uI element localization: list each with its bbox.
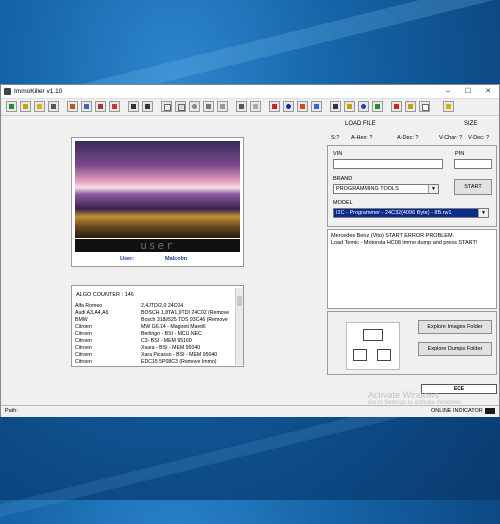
chip-diagram: [346, 322, 400, 370]
model-label: MODEL: [333, 200, 353, 206]
user-picture: [75, 141, 240, 238]
status-bar: Path: ONLINE INDICATOR: [1, 405, 499, 417]
open-icon[interactable]: [6, 101, 17, 112]
toolbar: [1, 99, 499, 116]
v-char-value: V-Char: ?: [439, 135, 463, 141]
search-icon[interactable]: [189, 101, 200, 112]
chip-icon: [363, 329, 383, 341]
start-button[interactable]: START: [454, 179, 492, 195]
hex-icon[interactable]: [269, 101, 280, 112]
a-hex-value: A-Hex: ?: [351, 135, 373, 141]
log-line: Mercedes Benz (Vito) START ERROR PROBLEM…: [331, 233, 455, 239]
flag-icon[interactable]: [405, 101, 416, 112]
list-item[interactable]: Citroen Xsara - BSI - MEM 95040: [75, 345, 235, 352]
vin-label: VIN: [333, 151, 343, 157]
explore-dumps-button[interactable]: Explore Dumps Folder: [418, 342, 492, 356]
user-name: Malcolm: [165, 256, 188, 262]
desktop: { "window": {"title": "ImmoKiller v1.10"…: [0, 0, 500, 524]
info-icon[interactable]: [311, 101, 322, 112]
window-icon[interactable]: [419, 101, 430, 112]
vehicle-settings-group: VIN PIN BRAND PROGRAMMING TOOLS ▼ START …: [327, 145, 497, 227]
brand-select-value: PROGRAMMING TOOLS: [336, 186, 399, 192]
help-icon[interactable]: [283, 101, 294, 112]
close-button[interactable]: ✕: [479, 86, 497, 97]
folder-icon[interactable]: [34, 101, 45, 112]
pin-input[interactable]: [454, 159, 492, 169]
algo-scrollbar[interactable]: [235, 288, 243, 365]
user-banner: user: [75, 239, 240, 252]
s-value: S:?: [331, 135, 340, 141]
chip-icon[interactable]: [330, 101, 341, 112]
key-icon[interactable]: [344, 101, 355, 112]
brand-label: BRAND: [333, 176, 353, 182]
app-window: ImmoKiller v1.10 – ☐ ✕ user User: Malcol…: [0, 84, 500, 417]
model-select-value: I2C - Programmer - 24C32(4096 Byte) - 8B…: [336, 210, 452, 216]
exit-icon[interactable]: [443, 101, 454, 112]
list-item[interactable]: Citroen Berlingo - BSI - MCU NEC: [75, 331, 235, 338]
page-icon[interactable]: [175, 101, 186, 112]
a-dec-value: A-Dec: ?: [397, 135, 419, 141]
title-bar: ImmoKiller v1.10 – ☐ ✕: [1, 85, 499, 99]
chip-icon: [353, 349, 367, 361]
activate-windows-watermark: Activate Windows Go to Settings to activ…: [368, 390, 463, 406]
compare-icon[interactable]: [217, 101, 228, 112]
paste-icon[interactable]: [372, 101, 383, 112]
export-icon[interactable]: [109, 101, 120, 112]
save-icon[interactable]: [48, 101, 59, 112]
log-line: Load Temic - Motorola HC08 immo dump and…: [331, 240, 478, 246]
algo-list[interactable]: ALGO COUNTER : 146 Alfa Romeo 2,4JTD/2,0 …: [71, 285, 244, 367]
app-icon: [4, 88, 11, 95]
print-icon[interactable]: [203, 101, 214, 112]
maximize-button[interactable]: ☐: [459, 86, 477, 97]
user-label: User:: [120, 256, 135, 262]
new-file-icon[interactable]: [161, 101, 172, 112]
window-title: ImmoKiller v1.10: [14, 88, 63, 95]
v-dec-value: V-Dec: ?: [468, 135, 490, 141]
watermark-title: Activate Windows: [368, 390, 440, 400]
explore-group: Explore Images Folder Explore Dumps Fold…: [327, 311, 497, 375]
list-item[interactable]: Citroen Xara Picasso - BSI - MEM 95040: [75, 352, 235, 359]
online-indicator: [485, 408, 495, 414]
pin-label: PIN: [455, 151, 465, 157]
copy-icon[interactable]: [95, 101, 106, 112]
path-label: Path:: [5, 408, 18, 414]
minimize-button[interactable]: –: [439, 86, 457, 97]
online-indicator-label: ONLINE INDICATOR: [431, 408, 483, 414]
chip-icon: [377, 349, 391, 361]
list-item[interactable]: Audi A3,A4,A6 BOSCH 1,8TA1,9TDI 24C02 (Re…: [75, 310, 235, 317]
refresh-icon[interactable]: [358, 101, 369, 112]
undo-icon[interactable]: [128, 101, 139, 112]
read-icon[interactable]: [67, 101, 78, 112]
log-box[interactable]: Mercedes Benz (Vito) START ERROR PROBLEM…: [327, 229, 497, 309]
size-label: SIZE: [464, 121, 478, 127]
scrollbar-thumb[interactable]: [237, 296, 242, 306]
chevron-down-icon[interactable]: ▼: [428, 185, 438, 193]
write-icon[interactable]: [81, 101, 92, 112]
model-select[interactable]: I2C - Programmer - 24C32(4096 Byte) - 8B…: [333, 208, 489, 218]
calculator-icon[interactable]: [236, 101, 247, 112]
list-item[interactable]: Citroen MW G6.14 - Magneti Marelli: [75, 324, 235, 331]
list-item[interactable]: Citroen C3- BSI - MEM 95160: [75, 338, 235, 345]
algo-counter: ALGO COUNTER : 146: [76, 292, 134, 298]
user-image-panel: user User: Malcolm: [71, 137, 244, 267]
pin-icon[interactable]: [391, 101, 402, 112]
explore-images-button[interactable]: Explore Images Folder: [418, 320, 492, 334]
watermark-subtitle: Go to Settings to activate Windows.: [368, 400, 463, 406]
brand-select[interactable]: PROGRAMMING TOOLS ▼: [333, 184, 439, 194]
document-icon[interactable]: [250, 101, 261, 112]
vin-input[interactable]: [333, 159, 443, 169]
list-item[interactable]: Citroen EDC15 5P08C3 (Remove Immo): [75, 359, 235, 366]
load-icon[interactable]: [20, 101, 31, 112]
chevron-down-icon[interactable]: ▼: [478, 209, 488, 217]
list-item[interactable]: BMW Bosch 318i/525 TDS 93C46 (Remove: [75, 317, 235, 324]
load-file-label: LOAD FILE: [345, 121, 376, 127]
users-icon[interactable]: [297, 101, 308, 112]
list-item[interactable]: Alfa Romeo 2,4JTD/2,0 24C04: [75, 303, 235, 310]
redo-icon[interactable]: [142, 101, 153, 112]
